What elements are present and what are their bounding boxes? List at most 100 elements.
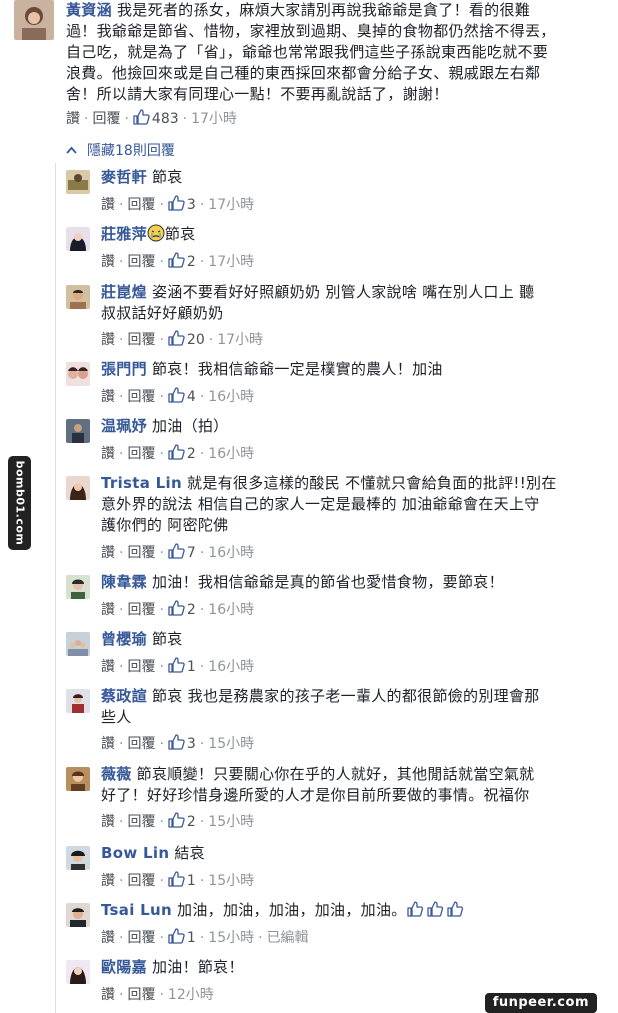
avatar[interactable] xyxy=(66,846,90,870)
avatar[interactable] xyxy=(66,419,90,443)
comment-text: 浪費。他撿回來或是自己種的東西採回來都會分給子女、親戚跟左右鄰 xyxy=(66,64,541,82)
comment-text: 舍！所以請大家有同理心一點！不要再亂說話了，謝謝！ xyxy=(66,85,449,103)
like-link[interactable]: 讚 xyxy=(101,930,115,946)
commenter-name[interactable]: Bow Lin xyxy=(101,844,169,862)
avatar[interactable] xyxy=(66,903,90,927)
like-link[interactable]: 讚 xyxy=(101,659,115,675)
like-link[interactable]: 讚 xyxy=(101,873,115,889)
avatar[interactable] xyxy=(66,767,90,791)
timestamp[interactable]: 17小時 xyxy=(191,111,237,127)
avatar[interactable] xyxy=(66,170,90,194)
avatar[interactable] xyxy=(66,362,90,386)
like-count[interactable]: 483 xyxy=(152,111,179,127)
like-link[interactable]: 讚 xyxy=(101,987,115,1003)
commenter-name[interactable]: 薇薇 xyxy=(101,765,132,783)
reply-link[interactable]: 回覆 xyxy=(127,814,155,830)
like-count[interactable]: 2 xyxy=(187,254,196,270)
avatar[interactable] xyxy=(66,689,90,713)
like-count[interactable]: 2 xyxy=(187,814,196,830)
like-link[interactable]: 讚 xyxy=(101,446,115,462)
timestamp[interactable]: 15小時 xyxy=(208,736,254,752)
reply-link[interactable]: 回覆 xyxy=(127,659,155,675)
reply-link[interactable]: 回覆 xyxy=(127,987,155,1003)
like-link[interactable]: 讚 xyxy=(101,389,115,405)
commenter-name[interactable]: 莊雅萍 xyxy=(101,225,147,243)
reply-text: 節哀 xyxy=(164,225,196,243)
reply-actions: 讚 · 回覆 · 2 · 16小時 xyxy=(101,600,255,618)
reply-actions: 讚 · 回覆 · 2 · 17小時 xyxy=(101,252,255,270)
timestamp[interactable]: 17小時 xyxy=(208,254,254,270)
timestamp[interactable]: 16小時 xyxy=(208,389,254,405)
commenter-name[interactable]: 曾櫻瑜 xyxy=(101,630,147,648)
thumbs-up-icon xyxy=(168,812,185,828)
commenter-name[interactable]: 黃資涵 xyxy=(66,1,112,19)
timestamp[interactable]: 15小時 xyxy=(208,930,254,946)
reply-link[interactable]: 回覆 xyxy=(127,930,155,946)
like-link[interactable]: 讚 xyxy=(101,736,115,752)
hide-replies-link[interactable]: 隱藏18則回覆 xyxy=(66,140,175,161)
timestamp[interactable]: 12小時 xyxy=(168,987,214,1003)
commenter-name[interactable]: Trista Lin xyxy=(101,474,182,492)
avatar[interactable] xyxy=(66,476,90,500)
thumbs-up-icon xyxy=(168,734,185,750)
timestamp[interactable]: 17小時 xyxy=(217,332,263,348)
commenter-name[interactable]: 蔡政諠 xyxy=(101,687,147,705)
avatar[interactable] xyxy=(66,285,90,309)
like-link[interactable]: 讚 xyxy=(101,197,115,213)
like-link[interactable]: 讚 xyxy=(101,814,115,830)
comment-actions: 讚 · 回覆 · 483 · 17小時 xyxy=(66,109,237,127)
edited-label[interactable]: 已編輯 xyxy=(267,930,309,946)
commenter-name[interactable]: 歐陽嘉 xyxy=(101,958,147,976)
commenter-name[interactable]: 陳韋霖 xyxy=(101,573,147,591)
avatar[interactable] xyxy=(66,575,90,599)
like-link[interactable]: 讚 xyxy=(101,545,115,561)
reply-link[interactable]: 回覆 xyxy=(127,873,155,889)
reply-actions: 讚 · 回覆 · 4 · 16小時 xyxy=(101,387,255,405)
avatar[interactable] xyxy=(14,0,54,40)
timestamp[interactable]: 16小時 xyxy=(208,659,254,675)
reply-link[interactable]: 回覆 xyxy=(127,389,155,405)
like-count[interactable]: 2 xyxy=(187,602,196,618)
thumbs-up-icon xyxy=(168,330,185,346)
commenter-name[interactable]: 張門門 xyxy=(101,360,147,378)
reply-link[interactable]: 回覆 xyxy=(127,736,155,752)
timestamp[interactable]: 15小時 xyxy=(208,873,254,889)
reply-link[interactable]: 回覆 xyxy=(92,111,120,127)
commenter-name[interactable]: Tsai Lun xyxy=(101,901,172,919)
comment-text: 我是死者的孫女，麻煩大家請別再說我爺爺是貪了！看的很難 xyxy=(111,1,531,19)
timestamp[interactable]: 17小時 xyxy=(208,197,254,213)
like-link[interactable]: 讚 xyxy=(101,332,115,348)
commenter-name[interactable]: 莊崑煌 xyxy=(101,283,147,301)
like-count[interactable]: 2 xyxy=(187,446,196,462)
side-watermark: bomb01.com xyxy=(8,456,31,550)
reply-actions: 讚 · 回覆 · 3 · 17小時 xyxy=(101,195,255,213)
reply-link[interactable]: 回覆 xyxy=(127,602,155,618)
timestamp[interactable]: 15小時 xyxy=(208,814,254,830)
like-count[interactable]: 7 xyxy=(187,545,196,561)
thumbs-up-emoji-icon xyxy=(406,900,467,918)
like-link[interactable]: 讚 xyxy=(101,254,115,270)
avatar[interactable] xyxy=(66,632,90,656)
timestamp[interactable]: 16小時 xyxy=(208,602,254,618)
reply-link[interactable]: 回覆 xyxy=(127,545,155,561)
like-count[interactable]: 1 xyxy=(187,873,196,889)
avatar[interactable] xyxy=(66,227,90,251)
like-count[interactable]: 20 xyxy=(187,332,205,348)
like-count[interactable]: 4 xyxy=(187,389,196,405)
timestamp[interactable]: 16小時 xyxy=(208,446,254,462)
reply-link[interactable]: 回覆 xyxy=(127,197,155,213)
like-count[interactable]: 3 xyxy=(187,736,196,752)
timestamp[interactable]: 16小時 xyxy=(208,545,254,561)
reply-link[interactable]: 回覆 xyxy=(127,332,155,348)
like-count[interactable]: 3 xyxy=(187,197,196,213)
bottom-watermark: funpeer.com xyxy=(484,993,597,1013)
like-link[interactable]: 讚 xyxy=(66,111,80,127)
reply-link[interactable]: 回覆 xyxy=(127,446,155,462)
commenter-name[interactable]: 麥哲軒 xyxy=(101,168,147,186)
like-count[interactable]: 1 xyxy=(187,659,196,675)
reply-link[interactable]: 回覆 xyxy=(127,254,155,270)
like-count[interactable]: 1 xyxy=(187,930,196,946)
like-link[interactable]: 讚 xyxy=(101,602,115,618)
avatar[interactable] xyxy=(66,960,90,984)
commenter-name[interactable]: 温珮妤 xyxy=(101,417,147,435)
